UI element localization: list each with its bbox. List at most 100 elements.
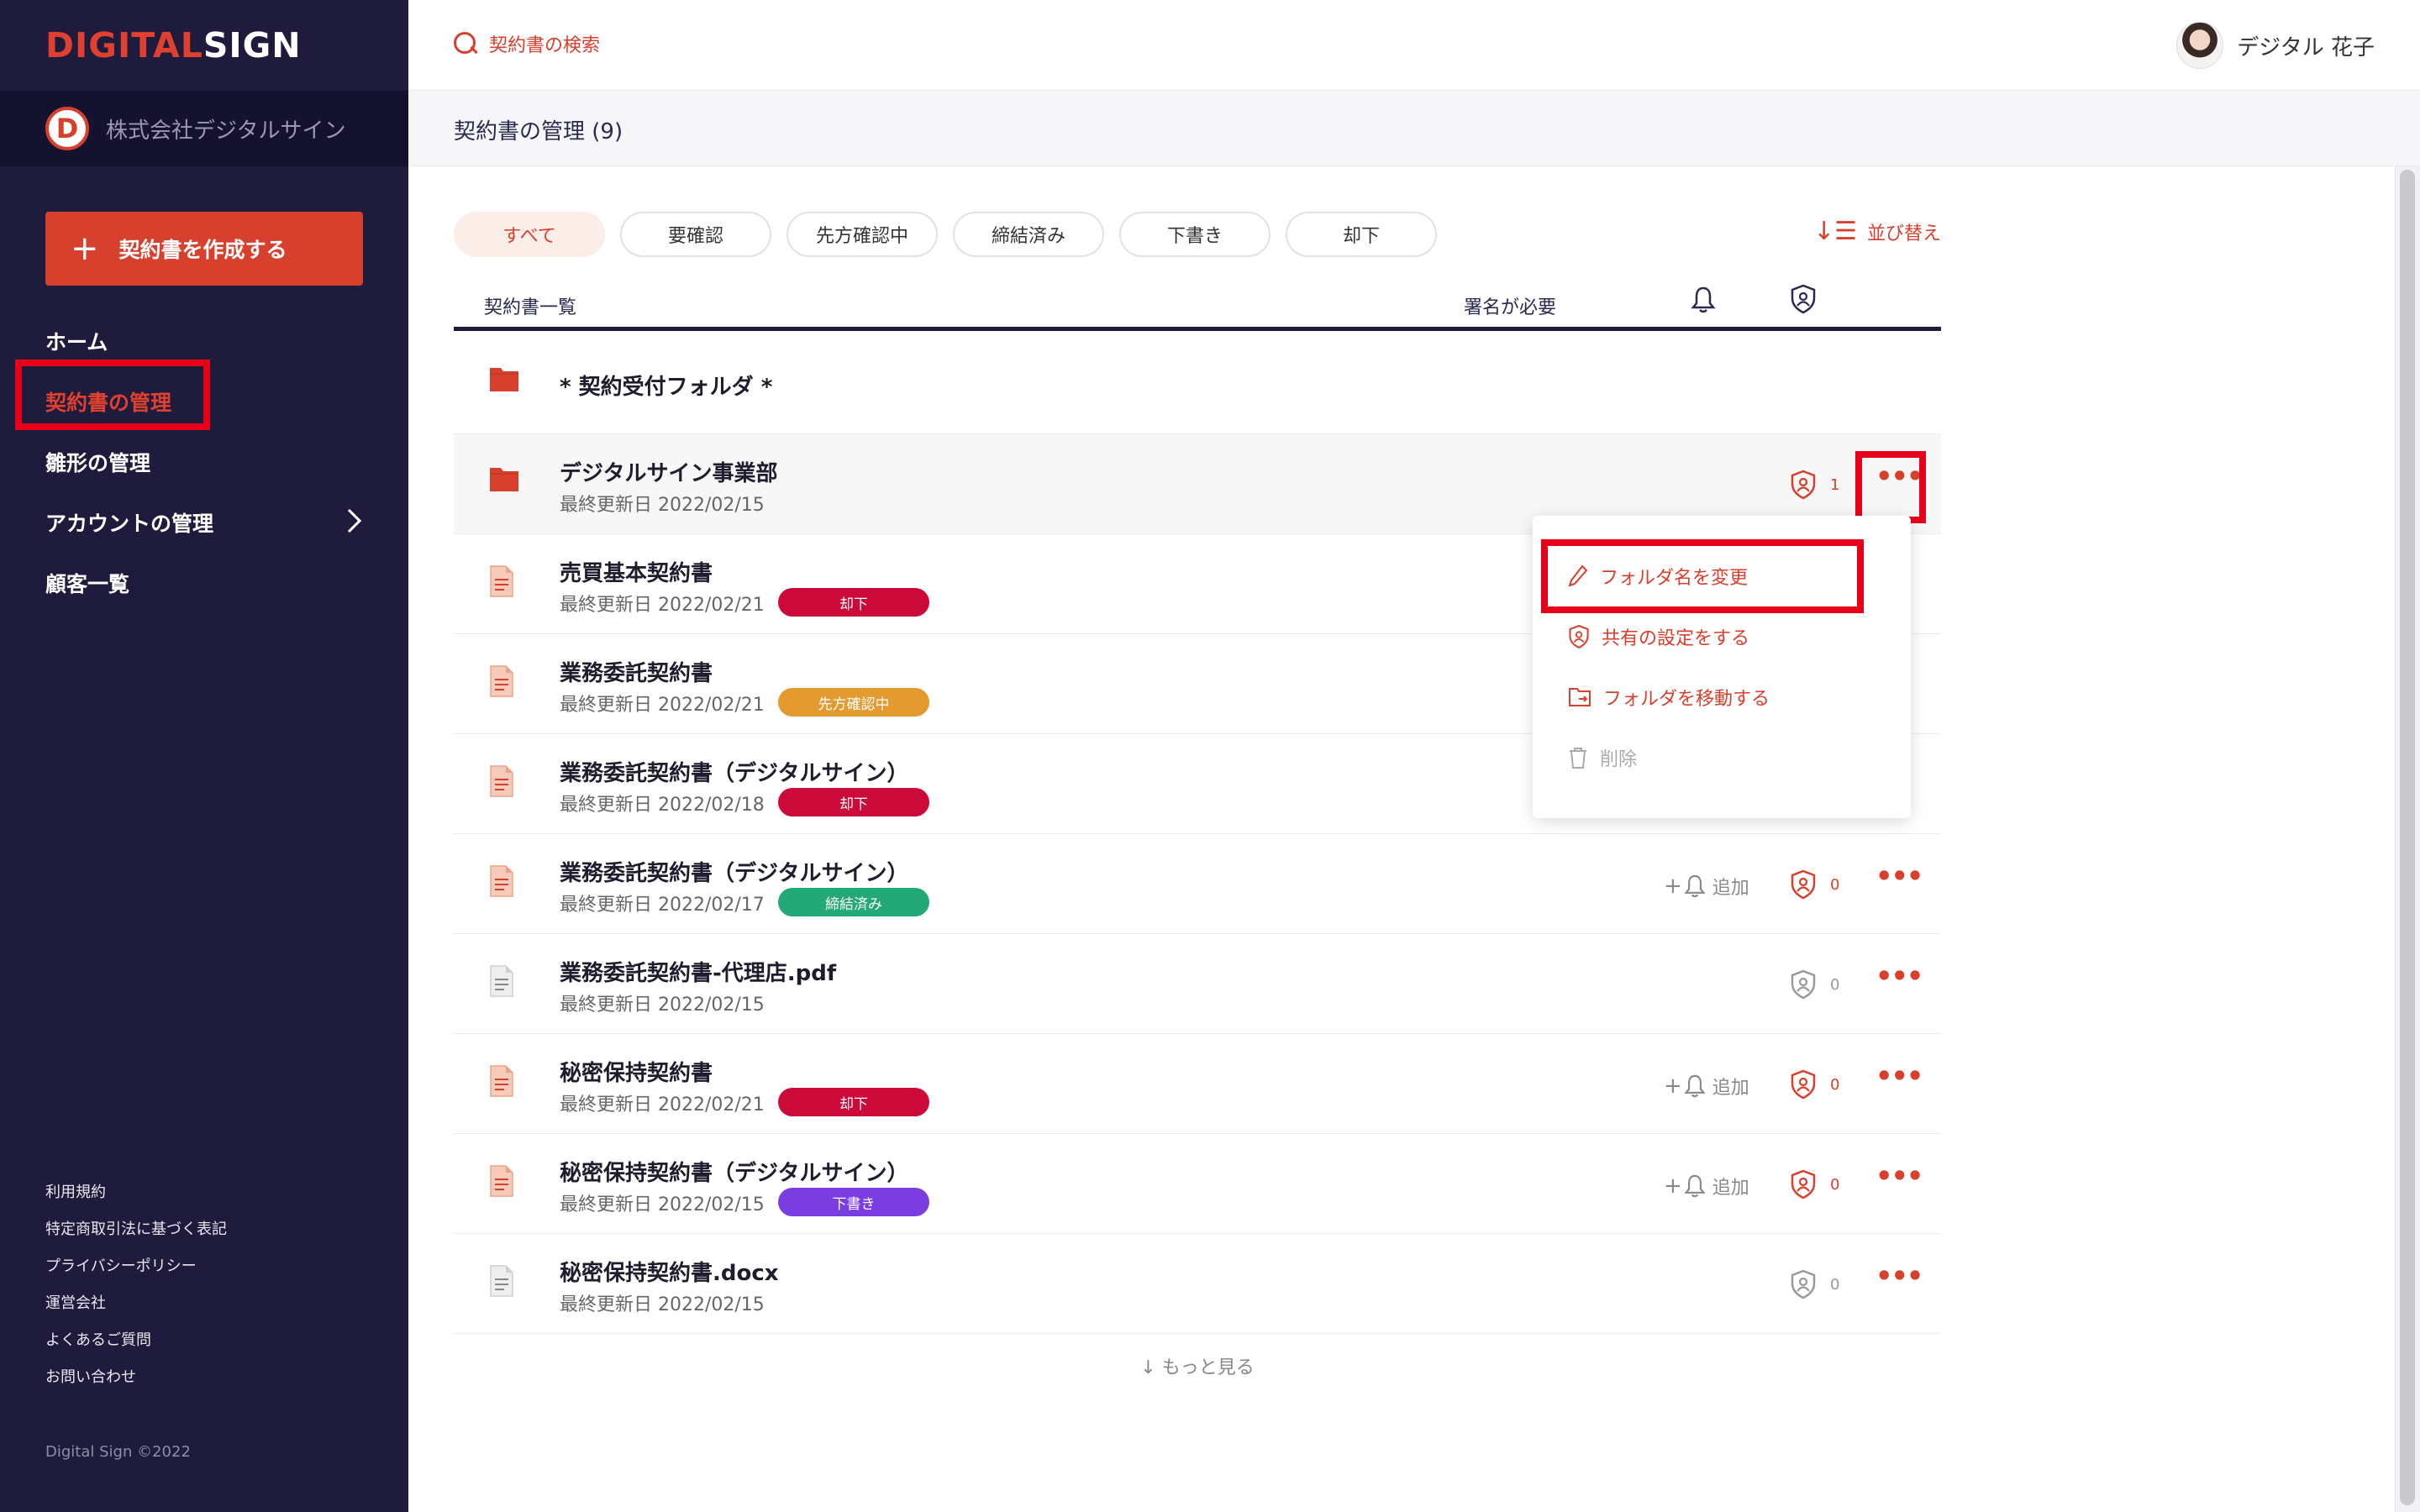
bell-icon[interactable] [1691, 286, 1716, 318]
annotation-highlight-more [1855, 451, 1926, 523]
sort-icon: ↓☰ [1812, 217, 1857, 246]
more-options-button[interactable]: ••• [1876, 1263, 1923, 1293]
filter-needs-review[interactable]: 要確認 [620, 212, 771, 257]
contract-list: * 契約受付フォルダ * デジタルサイン事業部 最終更新日 2022/02/15… [454, 334, 1941, 1334]
share-status[interactable]: 0 [1790, 1069, 1839, 1100]
company-switcher[interactable]: D 株式会社デジタルサイン [0, 91, 408, 166]
user-menu[interactable]: デジタル 花子 [2176, 22, 2375, 69]
status-badge: 先方確認中 [778, 688, 929, 717]
sidebar-item-template-management[interactable]: 雛形の管理 [0, 432, 408, 492]
menu-item-label: フォルダを移動する [1603, 689, 1770, 710]
company-icon: D [45, 107, 89, 150]
menu-item-move-folder[interactable]: フォルダを移動する [1568, 684, 1770, 711]
sidebar-nav: ホーム 契約書の管理 雛形の管理 アカウントの管理 顧客一覧 [0, 311, 408, 613]
add-reminder-button[interactable]: + 追加 [1664, 1173, 1749, 1200]
row-date: 最終更新日 2022/02/21 [560, 595, 765, 616]
table-header: 契約書一覧 署名が必要 [454, 284, 1941, 331]
column-header-list: 契約書一覧 [484, 297, 577, 318]
sidebar-item-label: 雛形の管理 [45, 451, 151, 475]
share-count: 0 [1830, 1275, 1840, 1294]
share-count: 0 [1830, 975, 1840, 994]
menu-item-delete: 削除 [1568, 744, 1637, 771]
contract-document-icon [489, 564, 514, 601]
sidebar-item-account-management[interactable]: アカウントの管理 [0, 492, 408, 553]
scrollbar-thumb[interactable] [2400, 170, 2415, 1505]
logo[interactable]: DIGITALSIGN [45, 25, 302, 66]
more-options-button[interactable]: ••• [1876, 963, 1923, 993]
annotation-highlight-nav [15, 360, 210, 430]
filter-signed[interactable]: 締結済み [953, 212, 1104, 257]
footer-link-terms[interactable]: 利用規約 [45, 1174, 227, 1211]
share-shield-icon [1791, 1069, 1816, 1100]
row-name: * 契約受付フォルダ * [560, 375, 773, 400]
share-status[interactable]: 1 [1790, 470, 1839, 500]
table-row[interactable]: 秘密保持契約書 最終更新日 2022/02/21 却下 + 追加 0 ••• [454, 1034, 1941, 1134]
file-document-icon [489, 1264, 514, 1301]
folder-move-icon [1569, 688, 1591, 706]
table-row[interactable]: * 契約受付フォルダ * [454, 334, 1941, 434]
sidebar: DIGITALSIGN D 株式会社デジタルサイン + 契約書を作成する ホーム… [0, 0, 408, 1512]
more-options-button[interactable]: ••• [1876, 1063, 1923, 1093]
more-options-button[interactable]: ••• [1876, 863, 1923, 893]
share-shield-icon [1791, 1269, 1816, 1299]
share-shield-icon[interactable] [1790, 284, 1817, 318]
share-status[interactable]: 0 [1790, 1269, 1839, 1299]
more-options-button[interactable]: ••• [1876, 1163, 1923, 1193]
row-name: 秘密保持契約書.docx [560, 1261, 779, 1286]
sort-button[interactable]: ↓☰ 並び替え [1813, 218, 1941, 245]
menu-item-label: 削除 [1600, 749, 1638, 770]
create-contract-button[interactable]: + 契約書を作成する [45, 212, 363, 286]
footer-link-faq[interactable]: よくあるご質問 [45, 1322, 227, 1359]
share-status[interactable]: 0 [1790, 1169, 1839, 1200]
page-header: 契約書の管理 (9) [408, 91, 2420, 166]
row-date: 最終更新日 2022/02/15 [560, 1294, 765, 1315]
logo-text-digital: DIGITAL [45, 25, 203, 66]
load-more-label: もっと見る [1161, 1357, 1255, 1378]
share-shield-icon [1791, 969, 1816, 1000]
row-date: 最終更新日 2022/02/18 [560, 795, 765, 816]
filter-pending-counterparty[interactable]: 先方確認中 [786, 212, 938, 257]
create-contract-label: 契約書を作成する [118, 238, 287, 262]
annotation-highlight-rename [1541, 539, 1864, 613]
row-name: 秘密保持契約書（デジタルサイン） [560, 1161, 909, 1186]
menu-item-share-settings[interactable]: 共有の設定をする [1568, 623, 1749, 650]
table-row[interactable]: 業務委託契約書（デジタルサイン） 最終更新日 2022/02/17 締結済み +… [454, 834, 1941, 934]
sidebar-item-label: ホーム [45, 330, 108, 354]
row-date: 最終更新日 2022/02/17 [560, 895, 765, 916]
table-row[interactable]: 秘密保持契約書.docx 最終更新日 2022/02/15 0 ••• [454, 1234, 1941, 1334]
add-reminder-button[interactable]: + 追加 [1664, 873, 1749, 900]
status-badge: 下書き [778, 1188, 929, 1216]
table-row[interactable]: 業務委託契約書-代理店.pdf 最終更新日 2022/02/15 0 ••• [454, 934, 1941, 1034]
table-row[interactable]: 秘密保持契約書（デジタルサイン） 最終更新日 2022/02/15 下書き + … [454, 1134, 1941, 1234]
footer-link-privacy[interactable]: プライバシーポリシー [45, 1248, 227, 1285]
sort-label: 並び替え [1866, 223, 1941, 244]
row-name: 売買基本契約書 [560, 561, 713, 586]
filter-draft[interactable]: 下書き [1119, 212, 1270, 257]
avatar [2176, 22, 2224, 69]
share-count: 1 [1830, 475, 1840, 494]
footer-link-company[interactable]: 運営会社 [45, 1285, 227, 1322]
row-name: 業務委託契約書（デジタルサイン） [560, 861, 909, 886]
share-status[interactable]: 0 [1790, 869, 1839, 900]
share-status[interactable]: 0 [1790, 969, 1839, 1000]
contract-document-icon [489, 864, 514, 901]
file-document-icon [489, 964, 514, 1001]
filter-all[interactable]: すべて [454, 212, 605, 257]
share-shield-icon [1791, 869, 1816, 900]
row-name: 業務委託契約書（デジタルサイン） [560, 761, 909, 786]
contract-document-icon [489, 1164, 514, 1201]
column-header-sign-required: 署名が必要 [1464, 297, 1557, 318]
load-more-button[interactable]: ↓ もっと見る [454, 1352, 1941, 1379]
top-bar: 契約書の検索 デジタル 花子 [408, 0, 2420, 91]
footer-link-contact[interactable]: お問い合わせ [45, 1359, 227, 1396]
status-badge: 却下 [778, 788, 929, 816]
add-reminder-button[interactable]: + 追加 [1664, 1073, 1749, 1100]
row-date: 最終更新日 2022/02/15 [560, 995, 765, 1016]
status-badge: 却下 [778, 1088, 929, 1116]
share-count: 0 [1830, 1175, 1840, 1194]
share-count: 0 [1830, 875, 1840, 894]
search-input[interactable]: 契約書の検索 [454, 30, 600, 57]
sidebar-item-customers[interactable]: 顧客一覧 [0, 553, 408, 613]
filter-rejected[interactable]: 却下 [1286, 212, 1437, 257]
footer-link-commerce-law[interactable]: 特定商取引法に基づく表記 [45, 1211, 227, 1248]
